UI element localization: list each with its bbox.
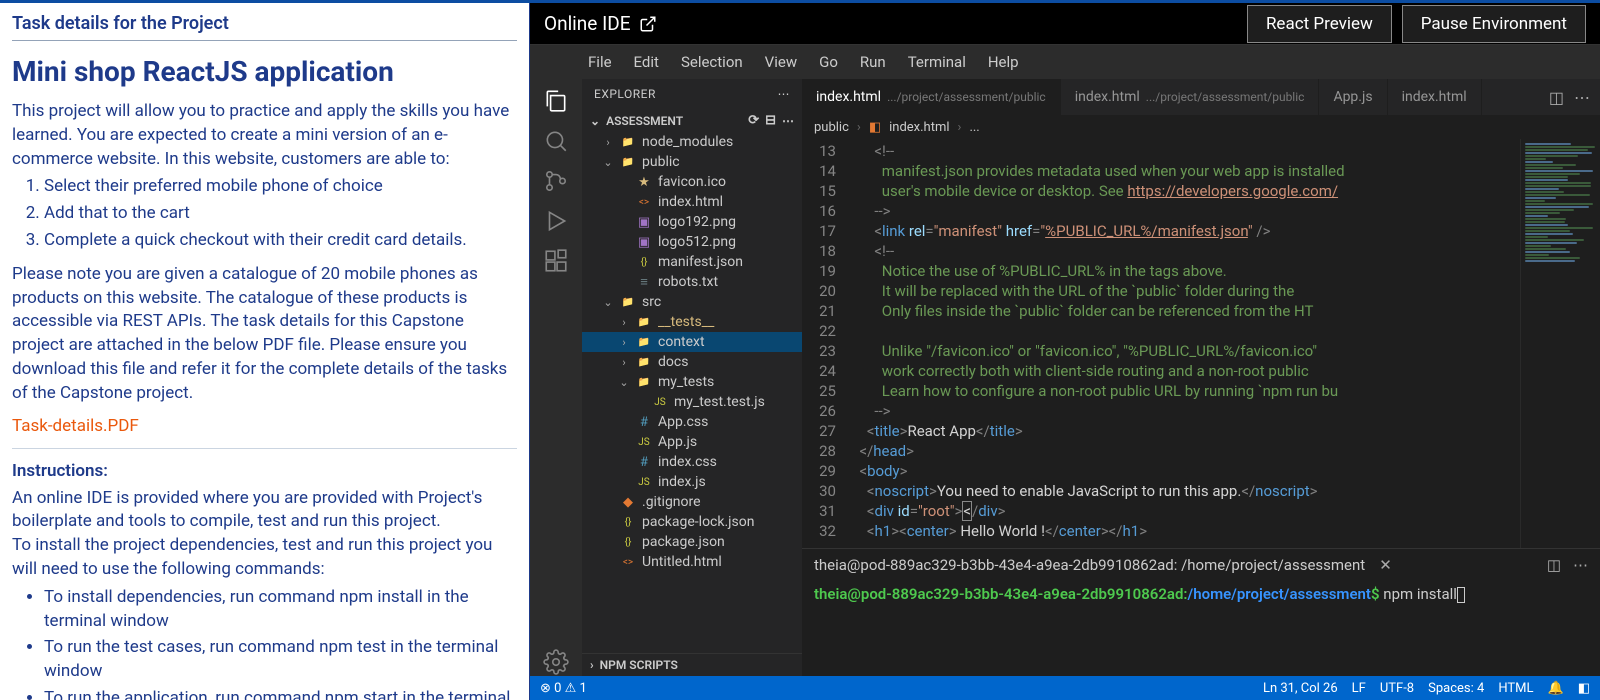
- chevron-right-icon[interactable]: ›: [590, 658, 594, 672]
- search-icon[interactable]: [542, 127, 570, 155]
- minimap[interactable]: [1520, 139, 1600, 548]
- divider: [12, 448, 517, 449]
- explorer-icon[interactable]: [542, 87, 570, 115]
- split-editor-icon[interactable]: ◫: [1549, 88, 1564, 107]
- layout-icon[interactable]: ◧: [1578, 681, 1590, 696]
- collapse-icon[interactable]: ⊟: [765, 113, 776, 128]
- task-details-panel: Task details for the Project Mini shop R…: [0, 3, 530, 700]
- status-bar: ⊗ 0 ⚠ 1 Ln 31, Col 26 LF UTF-8 Spaces: 4…: [530, 676, 1600, 700]
- status-cursor-position[interactable]: Ln 31, Col 26: [1263, 681, 1338, 696]
- code-editor[interactable]: 13 14 15 16 17 18 19 20 21 22 23 24 25 2…: [802, 139, 1600, 548]
- editor-tab[interactable]: App.js: [1319, 79, 1387, 115]
- terminal-tab[interactable]: theia@pod-889ac329-b3bb-43e4-a9ea-2db991…: [814, 556, 1365, 574]
- tree-item[interactable]: ★favicon.ico: [582, 172, 802, 192]
- pause-environment-button[interactable]: Pause Environment: [1402, 5, 1586, 43]
- project-note: Please note you are given a catalogue of…: [12, 263, 517, 406]
- editor-area: index.html.../project/assessment/publici…: [802, 79, 1600, 676]
- split-terminal-icon[interactable]: ◫: [1547, 556, 1561, 574]
- tree-item[interactable]: ⌄📁my_tests: [582, 372, 802, 392]
- editor-tab[interactable]: index.html.../project/assessment/public: [802, 79, 1061, 115]
- project-intro: This project will allow you to practice …: [12, 100, 517, 253]
- react-preview-button[interactable]: React Preview: [1247, 5, 1392, 43]
- more-icon[interactable]: ⋯: [1574, 88, 1590, 107]
- tree-item[interactable]: JSmy_test.test.js: [582, 392, 802, 412]
- tree-item[interactable]: ⌄📁src: [582, 292, 802, 312]
- terminal-panel: theia@pod-889ac329-b3bb-43e4-a9ea-2db991…: [802, 548, 1600, 676]
- ide-panel: Online IDE React Preview Pause Environme…: [530, 3, 1600, 700]
- tree-item[interactable]: <>Untitled.html: [582, 552, 802, 572]
- tree-item[interactable]: ◆.gitignore: [582, 492, 802, 512]
- activity-bar: [530, 79, 582, 676]
- status-spaces[interactable]: Spaces: 4: [1428, 681, 1484, 696]
- terminal-body[interactable]: theia@pod-889ac329-b3bb-43e4-a9ea-2db991…: [802, 581, 1600, 676]
- task-pdf-link[interactable]: Task-details.PDF: [12, 416, 517, 436]
- status-eol[interactable]: LF: [1352, 681, 1366, 696]
- menu-terminal[interactable]: Terminal: [908, 53, 966, 71]
- menu-file[interactable]: File: [588, 53, 612, 71]
- tree-item[interactable]: {}package-lock.json: [582, 512, 802, 532]
- tree-item[interactable]: <>index.html: [582, 192, 802, 212]
- menu-help[interactable]: Help: [988, 53, 1019, 71]
- menu-edit[interactable]: Edit: [634, 53, 659, 71]
- tree-item[interactable]: JSindex.js: [582, 472, 802, 492]
- bell-icon[interactable]: 🔔: [1548, 681, 1564, 696]
- breadcrumb[interactable]: public› ◧index.html› ...: [802, 115, 1600, 139]
- source-control-icon[interactable]: [542, 167, 570, 195]
- task-header: Task details for the Project: [12, 13, 517, 41]
- tree-item[interactable]: ›📁__tests__: [582, 312, 802, 332]
- tree-item[interactable]: ⌄📁public: [582, 152, 802, 172]
- instructions-heading: Instructions:: [12, 461, 517, 481]
- menu-go[interactable]: Go: [819, 53, 838, 71]
- chevron-down-icon[interactable]: ⌄: [590, 114, 600, 128]
- debug-icon[interactable]: [542, 207, 570, 235]
- tree-item[interactable]: ▣logo192.png: [582, 212, 802, 232]
- status-problems[interactable]: ⊗ 0 ⚠ 1: [540, 681, 587, 696]
- instructions-text: An online IDE is provided where you are …: [12, 487, 517, 700]
- menu-bar: File Edit Selection View Go Run Terminal Help: [530, 45, 1600, 79]
- tree-item[interactable]: ≡robots.txt: [582, 272, 802, 292]
- external-link-icon[interactable]: [639, 15, 657, 33]
- settings-gear-icon[interactable]: [542, 648, 570, 676]
- tree-item[interactable]: #App.css: [582, 412, 802, 432]
- menu-run[interactable]: Run: [860, 53, 886, 71]
- npm-scripts-label: NPM SCRIPTS: [600, 658, 678, 672]
- tree-item[interactable]: JSApp.js: [582, 432, 802, 452]
- editor-tabs: index.html.../project/assessment/publici…: [802, 79, 1600, 115]
- status-encoding[interactable]: UTF-8: [1380, 681, 1414, 696]
- ide-title: Online IDE: [544, 12, 657, 35]
- close-icon[interactable]: ✕: [1379, 556, 1392, 574]
- tree-item[interactable]: ▣logo512.png: [582, 232, 802, 252]
- refresh-icon[interactable]: ⟳: [748, 113, 759, 128]
- tree-item[interactable]: {}package.json: [582, 532, 802, 552]
- status-language[interactable]: HTML: [1498, 681, 1533, 696]
- tree-item[interactable]: ›📁context: [582, 332, 802, 352]
- tree-item[interactable]: #index.css: [582, 452, 802, 472]
- more-icon[interactable]: ⋯: [1573, 556, 1588, 574]
- menu-view[interactable]: View: [765, 53, 797, 71]
- more-icon[interactable]: ⋯: [778, 87, 791, 101]
- tree-item[interactable]: ›📁docs: [582, 352, 802, 372]
- tree-item[interactable]: ›📁node_modules: [582, 132, 802, 152]
- top-bar: Online IDE React Preview Pause Environme…: [530, 3, 1600, 45]
- explorer-sidebar: EXPLORER ⋯ ⌄ ASSESSMENT ⟳ ⊟ ⋯ ›📁node_mod…: [582, 79, 802, 676]
- more-icon[interactable]: ⋯: [782, 114, 794, 128]
- editor-tab[interactable]: index.html: [1388, 79, 1482, 115]
- project-section-label: ASSESSMENT: [606, 114, 683, 128]
- tree-item[interactable]: {}manifest.json: [582, 252, 802, 272]
- project-title: Mini shop ReactJS application: [12, 55, 517, 88]
- explorer-title: EXPLORER: [594, 87, 656, 101]
- editor-tab[interactable]: index.html.../project/assessment/public: [1061, 79, 1320, 115]
- extensions-icon[interactable]: [542, 247, 570, 275]
- menu-selection[interactable]: Selection: [681, 53, 743, 71]
